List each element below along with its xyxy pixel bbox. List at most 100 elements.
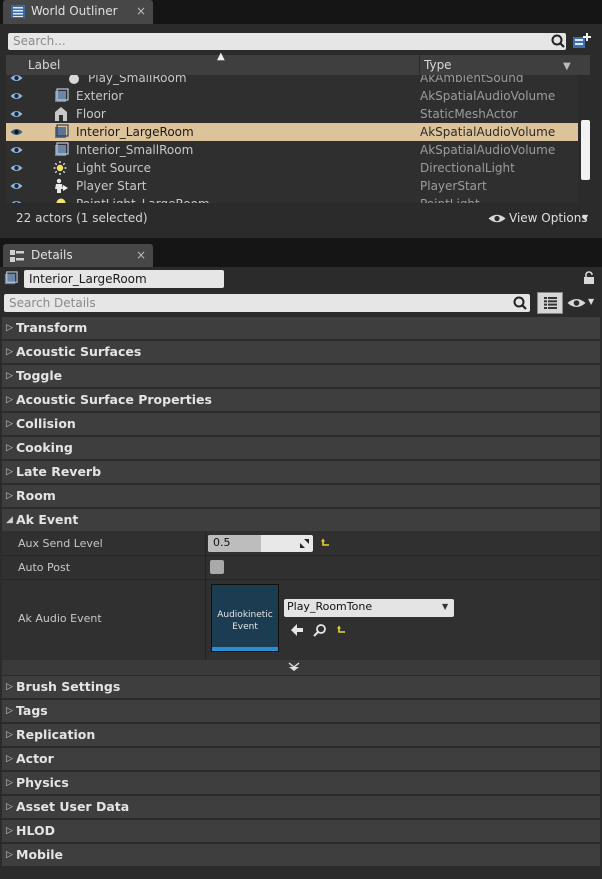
- use-selected-arrow-icon[interactable]: [290, 623, 304, 637]
- expanded-triangle-icon: ◢: [6, 515, 13, 525]
- row-divider: [2, 579, 600, 580]
- category-replication[interactable]: ▷ Replication: [2, 724, 600, 746]
- chevron-down-icon: ▼: [588, 297, 595, 306]
- eye-icon[interactable]: [10, 181, 23, 191]
- sun-icon: [53, 161, 67, 175]
- collapsed-triangle-icon: ▷: [6, 754, 13, 764]
- column-type[interactable]: Type: [424, 58, 452, 72]
- collapsed-triangle-icon: ▷: [6, 491, 13, 501]
- category-label: Actor: [16, 751, 54, 766]
- eye-icon[interactable]: [10, 127, 23, 137]
- ak-audio-event-label: Ak Audio Event: [18, 612, 102, 625]
- outliner-list-icon: [11, 5, 25, 18]
- category-room[interactable]: ▷ Room: [2, 485, 600, 507]
- list-item[interactable]: Play_SmallRoom AkAmbientSound: [6, 75, 578, 87]
- list-item[interactable]: Interior_SmallRoom AkSpatialAudioVolume: [6, 141, 578, 159]
- audio-event-combo[interactable]: Play_RoomTone ▼: [284, 599, 454, 617]
- aux-send-level-slider[interactable]: 0.5: [208, 535, 313, 552]
- row-type: AkAmbientSound: [420, 75, 524, 85]
- search-icon[interactable]: [550, 33, 566, 49]
- tab-world-outliner[interactable]: World Outliner ×: [3, 0, 153, 24]
- list-item[interactable]: Light Source DirectionalLight: [6, 159, 578, 177]
- category-label: Room: [16, 488, 56, 503]
- eye-icon[interactable]: [10, 145, 23, 155]
- list-item[interactable]: Player Start PlayerStart: [6, 177, 578, 195]
- actor-name-value: Interior_LargeRoom: [29, 272, 147, 286]
- reset-to-default-icon[interactable]: [337, 625, 347, 635]
- category-label: Late Reverb: [16, 464, 102, 479]
- lock-icon[interactable]: [582, 271, 596, 285]
- outliner-scrollbar-thumb[interactable]: [581, 120, 590, 180]
- category-actor[interactable]: ▷ Actor: [2, 748, 600, 770]
- add-filter-icon[interactable]: [572, 32, 592, 50]
- advanced-expander[interactable]: [2, 660, 600, 675]
- eye-icon[interactable]: [10, 109, 23, 119]
- chevron-down-icon: ▼: [582, 213, 589, 222]
- column-dropdown-icon[interactable]: ▼: [563, 61, 571, 72]
- row-type: AkSpatialAudioVolume: [420, 143, 556, 157]
- category-collision[interactable]: ▷ Collision: [2, 413, 600, 435]
- category-ak-event[interactable]: ◢ Ak Event: [2, 509, 600, 531]
- category-late-reverb[interactable]: ▷ Late Reverb: [2, 461, 600, 483]
- sort-up-icon[interactable]: ▲: [217, 51, 225, 62]
- row-label: Play_SmallRoom: [88, 75, 187, 85]
- property-matrix-button[interactable]: [537, 292, 563, 314]
- aux-send-level-label: Aux Send Level: [18, 537, 103, 550]
- category-label: Acoustic Surface Properties: [16, 392, 212, 407]
- list-item[interactable]: PointLight_LargeRoom PointLight: [6, 195, 578, 203]
- category-toggle[interactable]: ▷ Toggle: [2, 365, 600, 387]
- resize-arrows-icon[interactable]: [300, 539, 309, 548]
- eye-icon[interactable]: [10, 91, 23, 101]
- column-label[interactable]: Label: [28, 58, 60, 72]
- search-icon[interactable]: [512, 295, 528, 311]
- eye-icon: [567, 299, 586, 307]
- row-label: PointLight_LargeRoom: [76, 195, 210, 203]
- collapsed-triangle-icon: ▷: [6, 778, 13, 788]
- category-mobile[interactable]: ▷ Mobile: [2, 844, 600, 866]
- list-item[interactable]: Exterior AkSpatialAudioVolume: [6, 87, 578, 105]
- browse-search-icon[interactable]: [313, 623, 327, 637]
- details-search-input[interactable]: Search Details: [4, 294, 530, 312]
- audio-event-value: Play_RoomTone: [287, 600, 373, 613]
- collapsed-triangle-icon: ▷: [6, 850, 13, 860]
- audio-event-thumbnail[interactable]: Audiokinetic Event: [211, 584, 279, 652]
- list-item[interactable]: Floor StaticMeshActor: [6, 105, 578, 123]
- category-cooking[interactable]: ▷ Cooking: [2, 437, 600, 459]
- category-hlod[interactable]: ▷ HLOD: [2, 820, 600, 842]
- category-brush-settings[interactable]: ▷ Brush Settings: [2, 676, 600, 698]
- list-item-selected[interactable]: Interior_LargeRoom AkSpatialAudioVolume: [6, 123, 578, 141]
- close-icon[interactable]: ×: [136, 0, 146, 23]
- close-icon[interactable]: ×: [136, 244, 146, 267]
- category-label: Transform: [16, 320, 88, 335]
- view-options-button[interactable]: View Options ▼: [488, 210, 592, 228]
- category-asset-user-data[interactable]: ▷ Asset User Data: [2, 796, 600, 818]
- outliner-search-input[interactable]: Search...: [8, 33, 566, 50]
- collapsed-triangle-icon: ▷: [6, 443, 13, 453]
- eye-icon[interactable]: [10, 199, 23, 203]
- actor-name-input[interactable]: Interior_LargeRoom: [24, 270, 224, 288]
- eye-icon[interactable]: [10, 75, 23, 83]
- category-tags[interactable]: ▷ Tags: [2, 700, 600, 722]
- tab-details[interactable]: Details ×: [3, 244, 153, 268]
- collapsed-triangle-icon: ▷: [6, 802, 13, 812]
- thumbnail-line-1: Audiokinetic: [217, 610, 273, 620]
- category-label: Mobile: [16, 847, 64, 862]
- view-options-label: View Options: [509, 211, 588, 225]
- category-transform[interactable]: ▷ Transform: [2, 317, 600, 339]
- volume-icon: [4, 271, 18, 285]
- category-acoustic-surfaces[interactable]: ▷ Acoustic Surfaces: [2, 341, 600, 363]
- aux-send-level-value: 0.5: [213, 536, 231, 549]
- volume-icon: [55, 124, 69, 138]
- property-splitter[interactable]: [205, 531, 206, 660]
- grid-icon: [544, 297, 557, 309]
- sphere-icon: [69, 75, 79, 84]
- eye-icon[interactable]: [10, 163, 23, 173]
- row-type: PlayerStart: [420, 179, 487, 193]
- actor-count-status: 22 actors (1 selected): [16, 211, 148, 225]
- category-physics[interactable]: ▷ Physics: [2, 772, 600, 794]
- auto-post-checkbox[interactable]: [210, 560, 224, 574]
- details-view-options-button[interactable]: ▼: [567, 296, 597, 310]
- collapsed-triangle-icon: ▷: [6, 371, 13, 381]
- category-acoustic-surface-properties[interactable]: ▷ Acoustic Surface Properties: [2, 389, 600, 411]
- reset-to-default-icon[interactable]: [321, 538, 331, 548]
